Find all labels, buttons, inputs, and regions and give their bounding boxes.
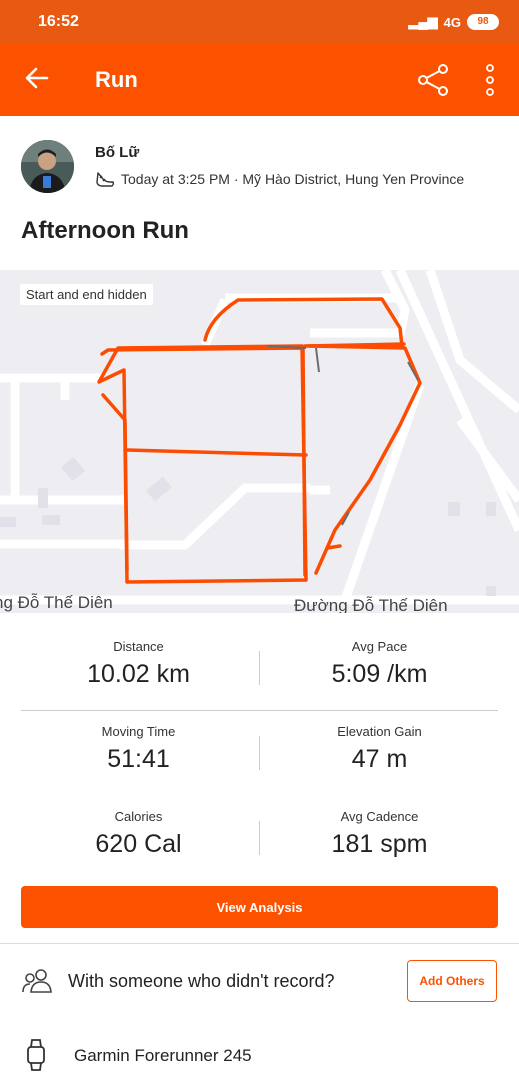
stat-label: Avg Pace — [351, 639, 408, 654]
stat-avg-cadence: Avg Cadence 181 spm — [250, 809, 509, 859]
privacy-tag: Start and end hidden — [20, 284, 153, 305]
activity-date-location: Today at 3:25 PM · Mỹ Hào District, Hung… — [121, 171, 465, 187]
street-label-left: ng Đỗ Thế Diên — [0, 593, 113, 612]
status-bar: 16:52 ▂▄▆ 4G 98 — [0, 0, 519, 43]
stat-label: Moving Time — [101, 724, 176, 739]
stat-value: 181 spm — [331, 830, 428, 858]
stat-label: Avg Cadence — [340, 809, 419, 824]
stat-label: Calories — [114, 809, 163, 824]
stat-moving-time: Moving Time 51:41 — [9, 724, 268, 774]
device-name: Garmin Forerunner 245 — [74, 1046, 252, 1065]
stat-avg-pace: Avg Pace 5:09 /km — [250, 639, 509, 689]
stat-label: Elevation Gain — [337, 724, 422, 739]
shoe-icon — [96, 172, 115, 187]
stat-value: 5:09 /km — [331, 660, 428, 688]
activity-meta: Today at 3:25 PM · Mỹ Hào District, Hung… — [95, 170, 464, 188]
back-arrow-icon[interactable] — [22, 63, 52, 93]
network-type: 4G — [443, 14, 461, 30]
stat-elevation-gain: Elevation Gain 47 m — [250, 724, 509, 774]
share-icon[interactable] — [416, 63, 450, 97]
map-canvas — [0, 270, 519, 605]
device-row: Garmin Forerunner 245 — [0, 1030, 519, 1080]
group-icon — [22, 969, 52, 993]
stat-label: Distance — [113, 639, 164, 654]
avatar[interactable] — [21, 140, 74, 193]
stats-row-divider — [21, 710, 498, 711]
page-title: Run — [95, 67, 138, 92]
status-time: 16:52 — [38, 13, 79, 30]
stat-value: 10.02 km — [87, 660, 190, 688]
add-others-button[interactable]: Add Others — [407, 960, 497, 1002]
stat-distance: Distance 10.02 km — [9, 639, 268, 689]
activity-title: Afternoon Run — [21, 217, 189, 244]
street-label-right: Đường Đỗ Thế Diên — [294, 596, 448, 613]
stat-value: 47 m — [351, 745, 408, 773]
app-bar: Run — [0, 43, 519, 116]
status-indicators: ▂▄▆ 4G 98 — [408, 14, 499, 30]
activity-header: Bố Lữ Today at 3:25 PM · Mỹ Hào District… — [0, 116, 519, 270]
route-map[interactable]: Start and end hidden ng Đỗ Thế Diên Đườn… — [0, 270, 519, 613]
stat-value: 620 Cal — [95, 830, 182, 858]
add-others-prompt: With someone who didn't record? — [68, 971, 335, 991]
stat-value: 51:41 — [107, 745, 170, 773]
more-vertical-icon[interactable] — [478, 63, 502, 97]
watch-icon — [27, 1039, 45, 1071]
signal-icon: ▂▄▆ — [408, 14, 438, 29]
add-others-row: With someone who didn't record? Add Othe… — [0, 944, 519, 1020]
view-analysis-button[interactable]: View Analysis — [21, 886, 498, 928]
athlete-name[interactable]: Bố Lữ — [95, 144, 139, 161]
stat-calories: Calories 620 Cal — [9, 809, 268, 859]
stats-grid: Distance 10.02 km Avg Pace 5:09 /km Movi… — [0, 613, 519, 883]
battery-icon: 98 — [467, 14, 499, 30]
